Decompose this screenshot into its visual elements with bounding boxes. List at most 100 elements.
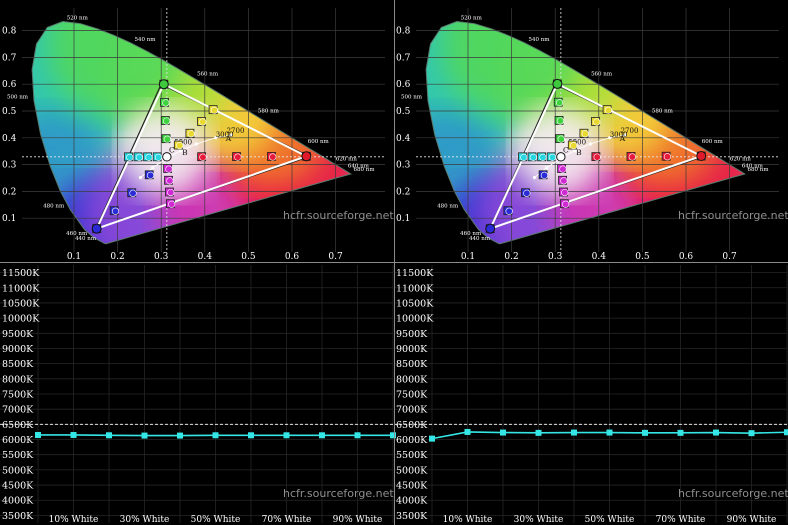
x-tick-label: 50% White: [191, 515, 241, 525]
x-tick-label: 0.3: [548, 252, 563, 262]
y-tick-label: 8000K: [2, 374, 34, 385]
y-tick-label: 8500K: [2, 359, 34, 370]
y-tick-label: 4000K: [396, 496, 428, 507]
saturation-measured-dot: [135, 153, 143, 161]
saturation-measured-dot: [162, 117, 171, 125]
y-tick-label: 7500K: [2, 390, 34, 401]
x-tick-label: 90% White: [333, 515, 383, 525]
y-tick-label: 5500K: [2, 450, 34, 461]
x-tick-label: 0.6: [285, 252, 300, 262]
saturation-measured-dot: [561, 188, 569, 197]
wavelength-label: 500 nm: [7, 95, 29, 101]
y-tick-label: 9000K: [2, 344, 34, 355]
saturation-measured-dot: [593, 118, 601, 126]
saturation-measured-dot: [145, 153, 153, 161]
x-tick-label: 30% White: [514, 515, 564, 525]
wavelength-label: 560 nm: [591, 72, 613, 78]
wavelength-label: 600 nm: [308, 139, 330, 145]
x-tick-label: 0.5: [635, 252, 650, 262]
x-tick-label: 10% White: [49, 515, 99, 525]
wavelength-label: 460 nm: [66, 231, 88, 237]
saturation-measured-dot: [165, 165, 173, 173]
planckian-label: B: [182, 148, 188, 157]
cct-data-point: [784, 429, 788, 436]
cct-data-point: [571, 429, 577, 436]
planckian-label: 3000: [216, 131, 234, 139]
y-tick-label: 0.4: [2, 134, 17, 144]
cct-data-point: [677, 429, 684, 436]
y-tick-label: 0.2: [2, 187, 16, 197]
x-tick-label: 0.7: [328, 252, 343, 262]
y-tick-label: 5000K: [2, 465, 34, 476]
wavelength-label: 540 nm: [529, 37, 551, 43]
watermark: hcfr.sourceforge.net: [283, 487, 394, 500]
y-tick-label: 10500K: [396, 298, 434, 309]
cct-data-point: [642, 429, 648, 436]
y-tick-label: 4500K: [2, 481, 34, 492]
white-point: [556, 152, 566, 162]
wavelength-label: 580 nm: [652, 109, 674, 115]
planckian-label: B: [576, 148, 582, 157]
y-tick-label: 11000K: [396, 283, 434, 294]
y-tick-label: 0.8: [396, 27, 411, 37]
saturation-measured-dot: [548, 153, 557, 161]
watermark: hcfr.sourceforge.net: [678, 209, 788, 222]
saturation-measured-dot: [154, 153, 163, 161]
y-tick-label: 8500K: [396, 359, 428, 370]
y-tick-label: 7500K: [396, 390, 428, 401]
x-tick-label: 10% White: [443, 515, 493, 525]
planckian-label: 3000: [610, 131, 628, 139]
saturation-measured-dot: [523, 189, 531, 197]
y-tick-label: 10000K: [2, 314, 40, 325]
y-tick-label: 11000K: [2, 283, 40, 294]
y-tick-label: 0.1: [2, 214, 16, 224]
cct-data-point: [70, 431, 77, 438]
cct-data-point: [141, 432, 148, 439]
saturation-measured-dot: [168, 200, 176, 208]
y-tick-label: 0.7: [396, 53, 411, 63]
cct-data-point: [354, 432, 361, 439]
saturation-measured-dot: [555, 99, 564, 107]
y-tick-label: 7000K: [2, 405, 34, 416]
planckian-point: [151, 166, 155, 170]
cct-data-point: [248, 432, 254, 439]
x-tick-label: 70% White: [262, 515, 312, 525]
saturation-measured-dot: [126, 153, 134, 161]
saturation-measured-dot: [562, 200, 570, 208]
saturation-measured-dot: [520, 153, 528, 161]
cct-data-point: [606, 429, 613, 436]
saturation-measured-dot: [111, 207, 120, 215]
y-tick-label: 11500K: [396, 268, 434, 279]
y-tick-label: 4500K: [396, 481, 428, 492]
primary-point: [91, 223, 102, 234]
cct-data-point: [500, 429, 506, 436]
colorimetry-stage: 0.1 0.2 0.3 0.4 0.5 0.6 0.7 0.1 0.2 0.3 0.4 0.5 0.6 0…: [0, 0, 788, 525]
wavelength-label: 680 nm: [748, 167, 770, 173]
saturation-measured-dot: [505, 207, 513, 215]
cct-data-point: [212, 432, 219, 439]
saturation-measured-dot: [146, 171, 155, 179]
wavelength-label: 500 nm: [401, 95, 423, 101]
y-tick-label: 0.2: [396, 187, 410, 197]
x-tick-label: 0.2: [504, 252, 518, 262]
y-tick-label: 3500K: [2, 511, 34, 522]
saturation-measured-dot: [556, 117, 564, 125]
x-tick-label: 0.1: [461, 252, 475, 262]
wavelength-label: 520 nm: [461, 16, 483, 22]
white-point: [162, 152, 172, 162]
cct-data-point: [464, 428, 471, 435]
saturation-measured-dot: [129, 189, 137, 197]
saturation-measured-dot: [560, 177, 568, 185]
watermark: hcfr.sourceforge.net: [678, 487, 788, 500]
x-tick-label: 0.2: [110, 252, 124, 262]
y-tick-label: 0.6: [2, 80, 17, 90]
wavelength-label: 580 nm: [258, 109, 280, 115]
primary-point: [158, 79, 169, 90]
y-tick-label: 0.3: [2, 161, 17, 171]
cct-data-point: [35, 431, 41, 438]
x-tick-label: 0.4: [198, 252, 213, 262]
y-tick-label: 6500K: [396, 420, 428, 431]
saturation-measured-dot: [269, 153, 277, 161]
y-tick-label: 3500K: [396, 511, 428, 522]
saturation-measured-dot: [539, 153, 547, 161]
